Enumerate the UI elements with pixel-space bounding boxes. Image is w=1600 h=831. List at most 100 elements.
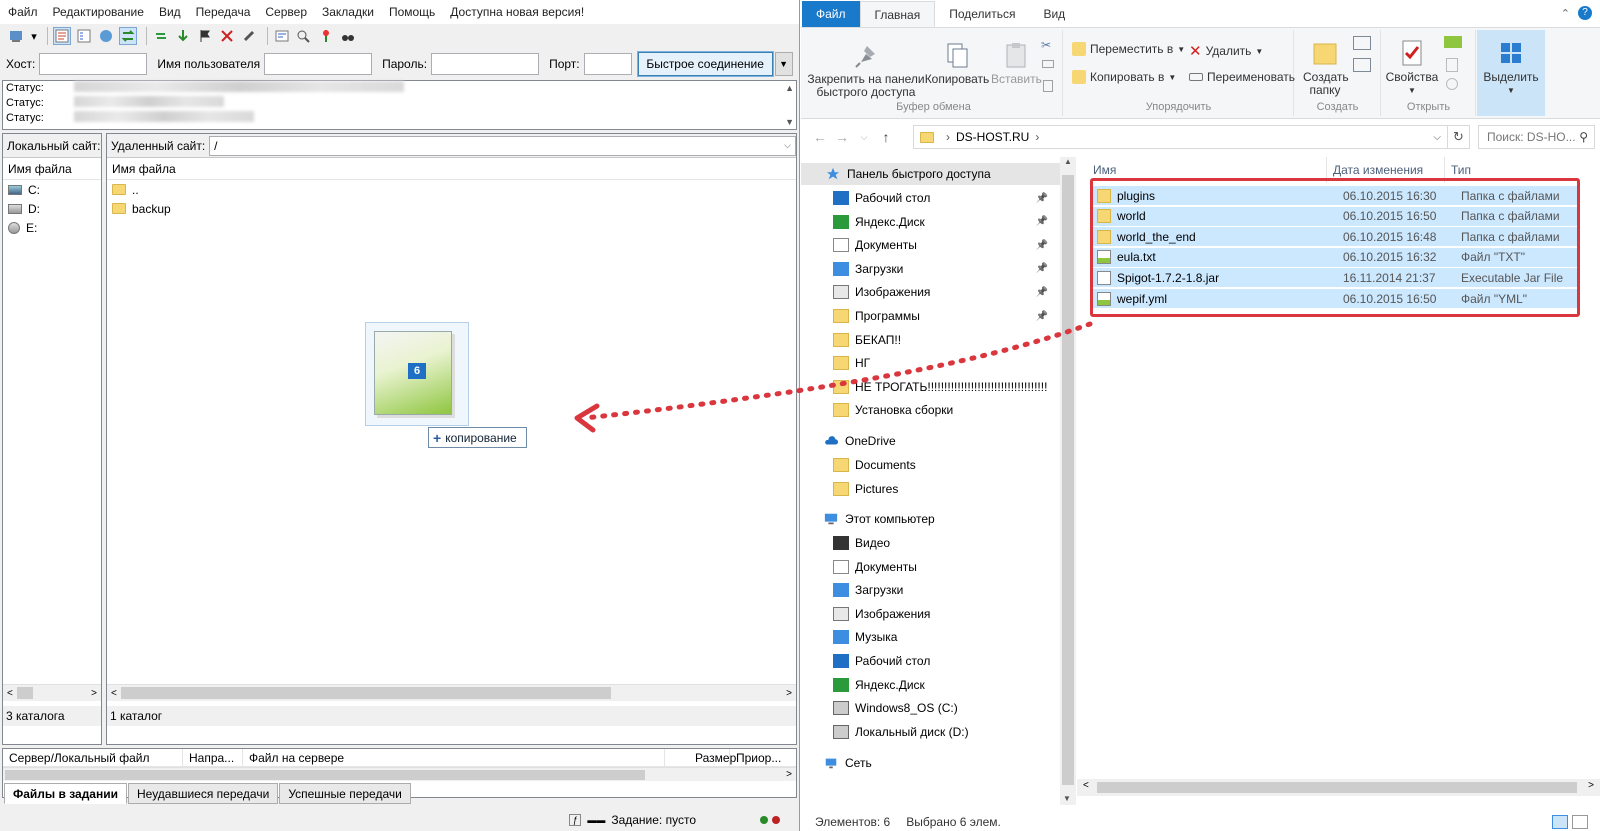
tab-view[interactable]: Вид xyxy=(1029,1,1079,27)
cancel-operation-icon[interactable] xyxy=(196,27,214,45)
pin-icon[interactable]: 📌 xyxy=(1036,240,1048,251)
process-queue-icon[interactable] xyxy=(174,27,192,45)
scroll-thumb[interactable] xyxy=(120,687,611,699)
nav-quick-item[interactable]: БЕКАП!! xyxy=(833,329,1060,351)
scroll-thumb[interactable] xyxy=(16,687,33,699)
nav-pc-item[interactable]: Загрузки xyxy=(833,579,1060,601)
queue-col-remote[interactable]: Файл на сервере xyxy=(243,749,665,766)
search-input[interactable]: Поиск: DS-HO... ⚲ xyxy=(1478,125,1595,149)
nav-quick-access[interactable]: Панель быстрого доступа xyxy=(801,163,1060,185)
queue-col-size[interactable]: Размер xyxy=(665,749,736,766)
drive-item-e[interactable]: E: xyxy=(3,218,101,237)
dropdown-icon[interactable]: ▾ xyxy=(30,27,38,45)
host-input[interactable] xyxy=(39,53,148,75)
menu-server[interactable]: Сервер xyxy=(265,5,307,19)
password-input[interactable] xyxy=(431,53,540,75)
up-arrow-icon[interactable]: ↑ xyxy=(875,129,897,145)
move-to-button[interactable]: Переместить в ▼ xyxy=(1072,42,1185,56)
nav-quick-item[interactable]: Яндекс.Диск 📌 xyxy=(833,211,1060,233)
collapse-ribbon-icon[interactable]: ⌃ xyxy=(1561,7,1570,20)
nav-pc-item[interactable]: Локальный диск (D:) xyxy=(833,721,1060,743)
nav-vscrollbar[interactable]: ▲ ▼ xyxy=(1060,157,1076,805)
message-log-toggle-icon[interactable] xyxy=(53,27,71,45)
paste-button[interactable]: Вставить xyxy=(991,40,1042,86)
back-arrow-icon[interactable]: ← xyxy=(809,129,831,145)
transfer-queue-toggle-icon[interactable] xyxy=(119,27,137,45)
new-folder-button[interactable]: Создать папку xyxy=(1297,38,1353,97)
nav-network[interactable]: Сеть xyxy=(823,752,872,774)
remote-column-name[interactable]: Имя файла xyxy=(107,158,796,180)
reconnect-icon[interactable] xyxy=(240,27,258,45)
properties-button[interactable]: Свойства ▼ xyxy=(1384,38,1440,97)
pin-quick-access-button[interactable]: Закрепить на панели быстрого доступа xyxy=(807,40,925,99)
remote-tree-toggle-icon[interactable] xyxy=(97,27,115,45)
nav-quick-item[interactable]: Установка сборки xyxy=(833,399,1060,421)
tab-share[interactable]: Поделиться xyxy=(935,1,1029,27)
local-hscrollbar[interactable]: < > xyxy=(3,684,101,701)
nav-pc-item[interactable]: Яндекс.Диск xyxy=(833,674,1060,696)
select-button[interactable]: Выделить ▼ xyxy=(1481,38,1541,97)
queue-col-local[interactable]: Сервер/Локальный файл xyxy=(3,749,183,766)
nav-quick-item[interactable]: НГ xyxy=(833,352,1060,374)
nav-pc-item[interactable]: Документы xyxy=(833,556,1060,578)
files-hscrollbar[interactable]: < > xyxy=(1077,779,1600,796)
nav-pc-item[interactable]: Windows8_OS (C:) xyxy=(833,697,1060,719)
scroll-up-icon[interactable]: ▲ xyxy=(1060,157,1076,166)
compare-icon[interactable] xyxy=(317,27,335,45)
paste-shortcut-icon[interactable] xyxy=(1043,80,1053,92)
menu-bookmarks[interactable]: Закладки xyxy=(322,5,374,19)
pin-icon[interactable]: 📌 xyxy=(1036,193,1048,204)
username-input[interactable] xyxy=(264,53,373,75)
pin-icon[interactable]: 📌 xyxy=(1036,263,1048,274)
delete-button[interactable]: ✕ Удалить ▼ xyxy=(1189,42,1263,60)
menu-help[interactable]: Помощь xyxy=(389,5,435,19)
nav-quick-item[interactable]: Изображения 📌 xyxy=(833,281,1060,303)
nav-onedrive[interactable]: OneDrive xyxy=(823,430,896,452)
log-scroll-up-icon[interactable]: ▲ xyxy=(785,83,794,93)
drive-item-c[interactable]: C: xyxy=(3,180,101,199)
directory-listing-filter-icon[interactable] xyxy=(273,27,291,45)
remote-list-item[interactable]: backup xyxy=(107,199,796,218)
new-item-icon[interactable] xyxy=(1353,36,1371,50)
queue-col-priority[interactable]: Приор... xyxy=(730,749,781,766)
log-scroll-down-icon[interactable]: ▼ xyxy=(785,117,794,127)
refresh-icon[interactable] xyxy=(152,27,170,45)
cut-icon[interactable]: ✂ xyxy=(1041,38,1051,52)
scroll-right-icon[interactable]: > xyxy=(1588,780,1594,791)
copy-to-button[interactable]: Копировать в ▼ xyxy=(1072,70,1176,84)
remote-path-combobox[interactable]: / ⌵ xyxy=(209,135,796,156)
menu-view[interactable]: Вид xyxy=(159,5,181,19)
menu-edit[interactable]: Редактирование xyxy=(53,5,144,19)
drive-item-d[interactable]: D: xyxy=(3,199,101,218)
menu-transfer[interactable]: Передача xyxy=(196,5,251,19)
tab-home[interactable]: Главная xyxy=(859,1,936,27)
scroll-left-icon[interactable]: < xyxy=(7,688,13,699)
tab-successful-transfers[interactable]: Успешные передачи xyxy=(279,783,411,804)
tab-file[interactable]: Файл xyxy=(802,1,860,27)
address-box[interactable]: › DS-HOST.RU › ⌵ xyxy=(913,125,1448,149)
forward-arrow-icon[interactable]: → xyxy=(831,129,853,145)
large-icons-view-icon[interactable] xyxy=(1572,814,1588,829)
menu-new-version[interactable]: Доступна новая версия! xyxy=(450,5,584,19)
sync-browsing-icon[interactable] xyxy=(295,27,313,45)
quickconnect-history-dropdown[interactable]: ▼ xyxy=(774,52,793,76)
nav-pc-item[interactable]: Изображения xyxy=(833,603,1060,625)
scroll-thumb[interactable] xyxy=(1062,175,1074,785)
menu-file[interactable]: Файл xyxy=(8,5,38,19)
scroll-right-icon[interactable]: > xyxy=(786,688,792,699)
easy-access-icon[interactable] xyxy=(1353,58,1371,72)
local-column-name[interactable]: Имя файла xyxy=(3,158,101,180)
nav-pc-item[interactable]: Видео xyxy=(833,532,1060,554)
scroll-right-icon[interactable]: > xyxy=(786,769,792,780)
nav-quick-item[interactable]: Рабочий стол 📌 xyxy=(833,187,1060,209)
tab-failed-transfers[interactable]: Неудавшиеся передачи xyxy=(127,783,279,804)
scroll-thumb[interactable] xyxy=(1097,782,1577,793)
copy-path-icon[interactable] xyxy=(1042,60,1054,68)
address-path[interactable]: DS-HOST.RU xyxy=(956,130,1029,144)
port-input[interactable] xyxy=(583,53,632,75)
quickconnect-button[interactable]: Быстрое соединение xyxy=(636,51,774,77)
tab-queued-files[interactable]: Файлы в задании xyxy=(4,783,127,804)
history-icon[interactable] xyxy=(1446,78,1458,90)
nav-onedrive-item[interactable]: Documents xyxy=(833,454,1060,476)
details-view-icon[interactable] xyxy=(1552,814,1568,829)
